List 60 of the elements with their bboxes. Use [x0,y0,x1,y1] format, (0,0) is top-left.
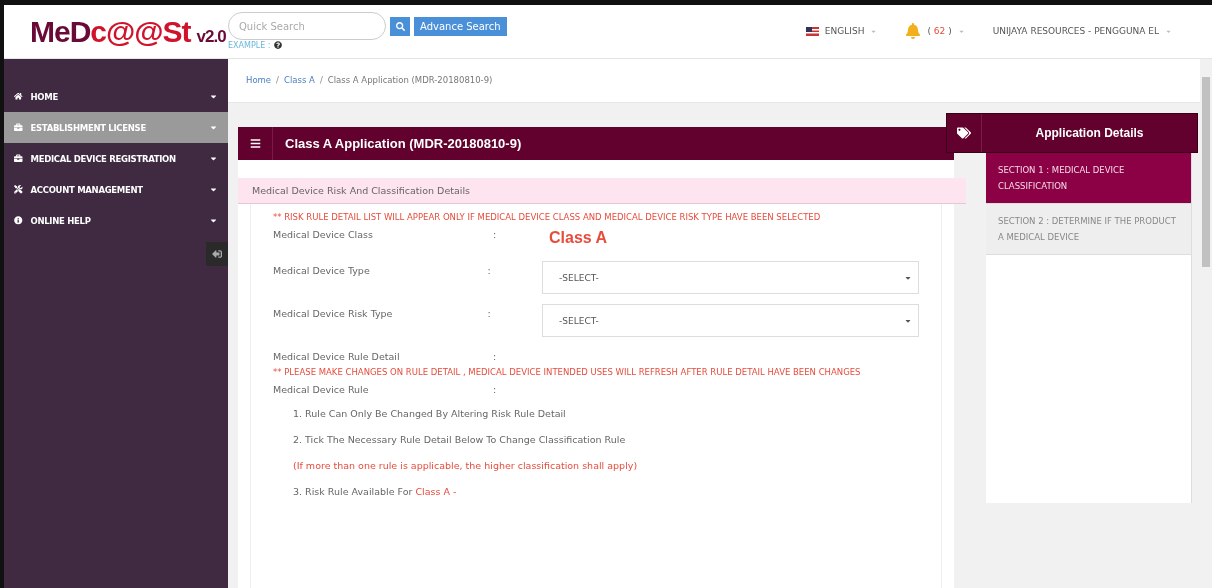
user-menu[interactable]: UNIJAYA RESOURCES - PENGGUNA EL [992,26,1159,36]
menu-icon [249,138,261,149]
bell-icon[interactable] [905,23,922,39]
house-icon [14,92,23,101]
rule-text: 1. Rule Can Only Be Changed By Altering Risk Rule Detail [292,406,567,421]
sidebar-item[interactable]: ACCOUNT MANAGEMENT [4,174,228,205]
details-title: Application Details [1034,126,1145,140]
logo-text: c@@St [90,15,191,49]
colon: : [493,383,498,395]
caret-icon [209,123,218,132]
field-label: Medical Device Rule [273,383,370,395]
tools-icon [14,185,23,194]
field-label: Medical Device Risk Type [273,307,394,319]
colon: : [493,228,498,240]
breadcrumb-current: Class A Application (MDR-20180810-9) [327,75,493,85]
breadcrumb-separator: / [276,75,279,85]
select-dropdown[interactable]: -SELECT- [542,261,919,294]
colon: : [493,350,498,362]
warning-text: ** PLEASE MAKE CHANGES ON RULE DETAIL , MEDICAL DEVICE INTENDED USES WILL REFRESH AFTER RULE DETAIL HAVE BEEN CHANGES [273,366,862,379]
warning-text: ** RISK RULE DETAIL LIST WILL APPEAR ONLY IF MEDICAL DEVICE CLASS AND MEDICAL DEVICE RISK TYPE HAVE BEEN SELECTED [273,211,822,224]
search-icon [395,21,405,31]
briefcase-icon [14,154,23,163]
collapse-sidebar-button[interactable] [206,242,228,266]
section-title: Medical Device Risk And Classification Details [238,178,966,204]
exit-arrow-icon [212,249,222,259]
help-icon[interactable] [274,41,283,49]
search-button[interactable] [390,16,410,36]
caret-icon [209,185,218,194]
field-label: Medical Device Class [273,228,374,240]
select-dropdown[interactable]: -SELECT- [542,304,919,337]
language-selector[interactable]: ENGLISH [824,26,865,36]
sidebar-item[interactable]: ONLINE HELP [4,205,228,236]
scrollbar-thumb[interactable] [1202,77,1210,267]
tags-icon [957,126,971,140]
caret-icon [209,92,218,101]
breadcrumb-separator: / [319,75,323,85]
class-value: Class A [549,228,608,247]
example-label: EXAMPLE : [228,41,271,50]
panel-title: Class A Application (MDR-20180810-9) [284,136,522,151]
quick-search-field[interactable]: Quick Search [228,12,386,40]
field-label: Medical Device Rule Detail [273,350,401,362]
breadcrumb-link[interactable]: Home [246,75,272,85]
caret-icon [209,216,218,225]
field-label: Medical Device Type [273,264,371,276]
sidebar-item[interactable]: MEDICAL DEVICE REGISTRATION [4,143,228,174]
logo-version: v2.0 [196,27,226,47]
notification-count[interactable]: ( 62 ) [927,26,952,36]
breadcrumb-link[interactable]: Class A [284,75,315,85]
colon: : [487,307,492,319]
rule-note: (If more than one rule is applicable, the higher classification shall apply) [292,458,639,473]
briefcase-icon [14,123,23,132]
rule-text: 3. Risk Rule Available For Class A - [292,484,458,499]
info-icon [14,216,23,225]
caret-icon [209,154,218,163]
rule-text: 2. Tick The Necessary Rule Detail Below To Change Classification Rule [292,432,627,447]
section-tab[interactable]: SECTION 1 : MEDICAL DEVICE CLASSIFICATION [986,153,1191,204]
colon: : [487,264,492,276]
sidebar-item[interactable]: HOME [4,81,228,112]
flag-icon [805,26,819,36]
logo-text: MeD [30,15,91,49]
